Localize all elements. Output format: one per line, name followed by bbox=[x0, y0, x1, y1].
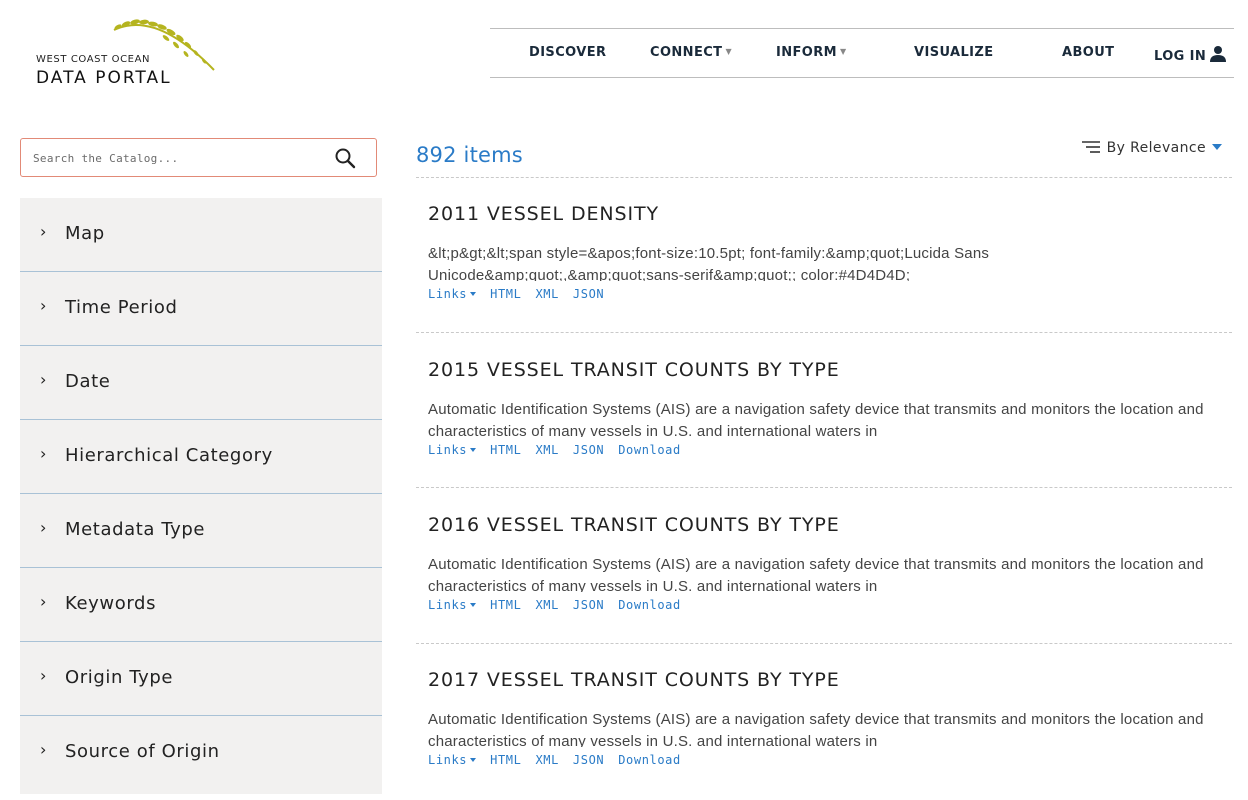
caret-down-icon: ▼ bbox=[840, 47, 847, 56]
links-dropdown[interactable]: Links bbox=[428, 598, 477, 612]
top-navigation: DISCOVER CONNECT ▼ INFORM ▼ VISUALIZE ABOU… bbox=[490, 28, 1234, 78]
facet-date[interactable]: › Date bbox=[20, 346, 382, 420]
nav-connect-label: CONNECT bbox=[650, 45, 723, 60]
facet-label: Map bbox=[65, 223, 105, 244]
result-description: Automatic Identification Systems (AIS) a… bbox=[428, 401, 1204, 437]
leaf-logo-icon bbox=[113, 19, 215, 71]
facet-keywords[interactable]: › Keywords bbox=[20, 568, 382, 642]
facet-hierarchical-category[interactable]: › Hierarchical Category bbox=[20, 420, 382, 494]
caret-down-icon bbox=[1212, 144, 1222, 150]
facet-time-period[interactable]: › Time Period bbox=[20, 272, 382, 346]
sort-dropdown[interactable]: By Relevance bbox=[1081, 140, 1222, 156]
result-item: 2016 VESSEL TRANSIT COUNTS BY TYPE Autom… bbox=[416, 514, 1232, 644]
xml-link[interactable]: XML bbox=[535, 753, 558, 767]
json-link[interactable]: JSON bbox=[573, 598, 604, 612]
result-title[interactable]: 2015 VESSEL TRANSIT COUNTS BY TYPE bbox=[428, 359, 840, 381]
caret-down-icon bbox=[470, 603, 477, 607]
facet-origin-type[interactable]: › Origin Type bbox=[20, 642, 382, 716]
nav-visualize-label: VISUALIZE bbox=[914, 45, 994, 60]
links-dropdown[interactable]: Links bbox=[428, 287, 477, 301]
result-links: Links HTML XML JSON bbox=[428, 287, 618, 301]
facet-source-of-origin[interactable]: › Source of Origin bbox=[20, 716, 382, 790]
nav-discover[interactable]: DISCOVER bbox=[529, 45, 606, 60]
sort-icon bbox=[1081, 141, 1100, 153]
html-link[interactable]: HTML bbox=[490, 287, 521, 301]
xml-link[interactable]: XML bbox=[535, 443, 558, 457]
chevron-right-icon: › bbox=[40, 370, 47, 389]
nav-discover-label: DISCOVER bbox=[529, 45, 607, 60]
facet-label: Origin Type bbox=[65, 667, 174, 688]
facet-sidebar: › Map › Time Period › Date › Hierarchica… bbox=[20, 198, 382, 794]
chevron-right-icon: › bbox=[40, 296, 47, 315]
nav-visualize[interactable]: VISUALIZE bbox=[914, 45, 994, 60]
chevron-right-icon: › bbox=[40, 740, 47, 759]
sort-label: By Relevance bbox=[1106, 140, 1206, 156]
search-icon[interactable] bbox=[334, 147, 356, 169]
nav-about[interactable]: ABOUT bbox=[1062, 45, 1114, 60]
result-title[interactable]: 2011 VESSEL DENSITY bbox=[428, 203, 659, 225]
facet-map[interactable]: › Map bbox=[20, 198, 382, 272]
nav-inform[interactable]: INFORM ▼ bbox=[776, 45, 847, 60]
logo-text-top: WEST COAST OCEAN bbox=[36, 54, 151, 65]
chevron-right-icon: › bbox=[40, 518, 47, 537]
user-icon bbox=[1210, 46, 1227, 62]
links-label: Links bbox=[428, 598, 468, 612]
nav-login-label: LOG IN bbox=[1154, 49, 1207, 64]
site-logo[interactable]: WEST COAST OCEAN DATA PORTAL bbox=[36, 14, 236, 94]
result-description: Automatic Identification Systems (AIS) a… bbox=[428, 556, 1204, 592]
catalog-search bbox=[20, 138, 377, 177]
result-description: &lt;p&gt;&lt;span style=&apos;font-size:… bbox=[428, 245, 990, 281]
site-header: WEST COAST OCEAN DATA PORTAL DISCOVER CO… bbox=[0, 0, 1248, 110]
caret-down-icon bbox=[470, 292, 477, 296]
result-item: 2011 VESSEL DENSITY &lt;p&gt;&lt;span st… bbox=[416, 203, 1232, 333]
result-count: 892 items bbox=[416, 143, 523, 167]
caret-down-icon bbox=[470, 448, 477, 452]
result-item: 2015 VESSEL TRANSIT COUNTS BY TYPE Autom… bbox=[416, 359, 1232, 488]
download-link[interactable]: Download bbox=[618, 598, 681, 612]
nav-inform-label: INFORM bbox=[776, 45, 837, 60]
json-link[interactable]: JSON bbox=[573, 287, 604, 301]
xml-link[interactable]: XML bbox=[535, 598, 558, 612]
html-link[interactable]: HTML bbox=[490, 753, 521, 767]
facet-label: Hierarchical Category bbox=[65, 445, 273, 466]
result-item: 2017 VESSEL TRANSIT COUNTS BY TYPE Autom… bbox=[416, 669, 1232, 779]
facet-metadata-type[interactable]: › Metadata Type bbox=[20, 494, 382, 568]
result-title[interactable]: 2016 VESSEL TRANSIT COUNTS BY TYPE bbox=[428, 514, 840, 536]
result-links: Links HTML XML JSON Download bbox=[428, 443, 695, 457]
links-label: Links bbox=[428, 753, 468, 767]
chevron-right-icon: › bbox=[40, 666, 47, 685]
result-links: Links HTML XML JSON Download bbox=[428, 753, 695, 767]
links-dropdown[interactable]: Links bbox=[428, 443, 477, 457]
chevron-right-icon: › bbox=[40, 444, 47, 463]
result-description: Automatic Identification Systems (AIS) a… bbox=[428, 711, 1204, 747]
html-link[interactable]: HTML bbox=[490, 598, 521, 612]
results-header: 892 items By Relevance bbox=[416, 135, 1232, 178]
xml-link[interactable]: XML bbox=[535, 287, 558, 301]
facet-label: Metadata Type bbox=[65, 519, 206, 540]
nav-login[interactable]: LOG IN bbox=[1154, 45, 1227, 64]
download-link[interactable]: Download bbox=[618, 753, 681, 767]
caret-down-icon: ▼ bbox=[725, 47, 733, 56]
facet-label: Time Period bbox=[65, 297, 178, 318]
result-links: Links HTML XML JSON Download bbox=[428, 598, 695, 612]
download-link[interactable]: Download bbox=[618, 443, 681, 457]
chevron-right-icon: › bbox=[40, 592, 47, 611]
result-title[interactable]: 2017 VESSEL TRANSIT COUNTS BY TYPE bbox=[428, 669, 840, 691]
caret-down-icon bbox=[470, 758, 477, 762]
links-dropdown[interactable]: Links bbox=[428, 753, 477, 767]
search-input[interactable] bbox=[33, 148, 323, 168]
html-link[interactable]: HTML bbox=[490, 443, 521, 457]
facet-label: Date bbox=[65, 371, 111, 392]
logo-text-main: DATA PORTAL bbox=[36, 68, 172, 88]
nav-connect[interactable]: CONNECT ▼ bbox=[650, 45, 732, 60]
json-link[interactable]: JSON bbox=[573, 443, 604, 457]
json-link[interactable]: JSON bbox=[573, 753, 604, 767]
nav-about-label: ABOUT bbox=[1062, 45, 1115, 60]
facet-label: Keywords bbox=[65, 593, 157, 614]
chevron-right-icon: › bbox=[40, 222, 47, 241]
links-label: Links bbox=[428, 443, 468, 457]
links-label: Links bbox=[428, 287, 468, 301]
facet-label: Source of Origin bbox=[65, 741, 220, 762]
